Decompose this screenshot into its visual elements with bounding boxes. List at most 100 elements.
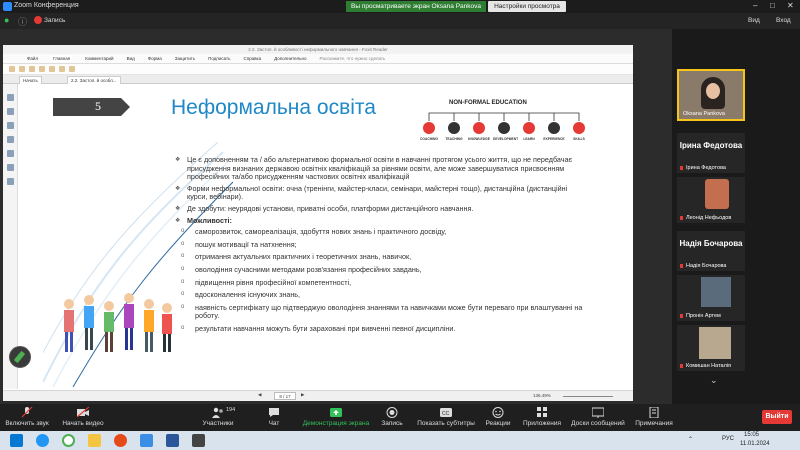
- participant-tile[interactable]: Надія Бочарова Надія Бочарова: [677, 231, 745, 271]
- menu-file[interactable]: Файл: [27, 56, 38, 61]
- page-indicator[interactable]: 8 / 17: [274, 392, 296, 400]
- participant-tile[interactable]: Ірина Федотова Ірина Федотова: [677, 133, 745, 173]
- muted-mic-icon: [680, 264, 683, 268]
- enter-button[interactable]: Вход: [776, 17, 791, 24]
- first-page-icon[interactable]: ◀: [258, 392, 261, 398]
- info-icon[interactable]: ⓘ: [18, 15, 27, 28]
- slide-number-arrow: [121, 98, 130, 116]
- foxit-window: 2.2. Застоп. й особливості неформального…: [3, 45, 633, 401]
- language-indicator[interactable]: РУС: [722, 436, 734, 442]
- clock-time[interactable]: 15:05: [744, 432, 759, 438]
- participants-label: Участники: [202, 420, 234, 427]
- chevron-down-icon[interactable]: ⌄: [710, 375, 718, 386]
- participants-count: 194: [226, 407, 236, 413]
- bookmark-icon[interactable]: [7, 94, 14, 101]
- next-page-icon[interactable]: ▶: [301, 392, 304, 398]
- shield-icon[interactable]: ●: [4, 15, 9, 25]
- share-screen-button[interactable]: Демонстрация экрана: [300, 404, 372, 431]
- captions-button[interactable]: CC Показать субтитры: [416, 404, 476, 431]
- foxit-ribbon: [3, 64, 633, 75]
- chrome-icon[interactable]: [62, 434, 75, 447]
- attachments-icon[interactable]: [7, 136, 14, 143]
- windows-start-icon[interactable]: [10, 434, 23, 447]
- menu-help[interactable]: Справка: [243, 56, 261, 61]
- teaching-icon: [448, 122, 460, 134]
- captions-label: Показать субтитры: [417, 420, 475, 427]
- signature-icon[interactable]: [7, 164, 14, 171]
- hand-icon[interactable]: [59, 66, 65, 72]
- maximize-icon[interactable]: □: [770, 1, 775, 10]
- opportunities-heading: Можливості:: [173, 216, 583, 226]
- leave-button[interactable]: Выйти: [762, 410, 792, 424]
- participant-tile-active[interactable]: Oksana Pankova: [677, 69, 745, 121]
- foxit-icon[interactable]: [114, 434, 127, 447]
- tray-chevron-icon[interactable]: ⌃: [688, 436, 693, 443]
- sub-bullet-item: пошук мотивації та натхнення;: [173, 240, 583, 250]
- chat-button[interactable]: Чат: [262, 404, 286, 431]
- tab-start[interactable]: Начать: [19, 76, 42, 84]
- print-icon[interactable]: [29, 66, 35, 72]
- minimize-icon[interactable]: –: [753, 1, 757, 10]
- whiteboard-button[interactable]: Доски сообщений: [570, 404, 626, 431]
- video-off-icon: [77, 407, 89, 418]
- menu-form[interactable]: Форма: [148, 56, 162, 61]
- experience-icon: [548, 122, 560, 134]
- open-icon[interactable]: [9, 66, 15, 72]
- folder-icon[interactable]: [88, 434, 101, 447]
- notes-button[interactable]: Примечания: [634, 404, 674, 431]
- nfe-label: KNOWLEDGE: [468, 137, 490, 141]
- tell-me-search[interactable]: Расскажите, что нужно сделать: [320, 56, 386, 61]
- close-icon[interactable]: ✕: [787, 1, 794, 10]
- mute-button[interactable]: Включить звук: [4, 404, 50, 431]
- comments-icon[interactable]: [7, 122, 14, 129]
- menu-home[interactable]: Главная: [51, 55, 73, 62]
- start-video-button[interactable]: Начать видео: [60, 404, 106, 431]
- clock-date[interactable]: 11.01.2024: [740, 441, 770, 447]
- apps-button[interactable]: Приложения: [522, 404, 562, 431]
- participant-photo: [701, 277, 731, 307]
- participant-gallery: Oksana Pankova Ірина Федотова Ірина Федо…: [672, 29, 800, 404]
- app-icon[interactable]: [192, 434, 205, 447]
- word-icon[interactable]: [166, 434, 179, 447]
- zoom-toolbar: Включить звук Начать видео Участники 194…: [0, 404, 800, 431]
- menu-protect[interactable]: Защитить: [175, 56, 195, 61]
- select-icon[interactable]: [69, 66, 75, 72]
- zoom-slider[interactable]: [563, 396, 613, 397]
- reactions-button[interactable]: Реакции: [484, 404, 512, 431]
- record-button[interactable]: Запись: [378, 404, 406, 431]
- menu-sign[interactable]: Подписать: [208, 56, 230, 61]
- participant-tile[interactable]: Пронін Артем: [677, 275, 745, 321]
- foxit-menu: Файл Главная Комментарий Вид Форма Защит…: [3, 54, 633, 64]
- view-settings-button[interactable]: Настройки просмотра: [488, 1, 566, 12]
- pages-icon[interactable]: [7, 108, 14, 115]
- participant-name: Комишан Наталія: [686, 363, 731, 369]
- whiteboard-icon: [592, 407, 604, 418]
- undo-icon[interactable]: [39, 66, 45, 72]
- menu-comment[interactable]: Комментарий: [85, 56, 113, 61]
- participant-tile[interactable]: Леонід Нефьодов: [677, 177, 745, 223]
- recording-label: Запись: [44, 17, 66, 24]
- edge-icon[interactable]: [36, 434, 49, 447]
- recording-icon: [34, 16, 42, 24]
- participant-tile[interactable]: Комишан Наталія: [677, 325, 745, 371]
- layers-icon[interactable]: [7, 150, 14, 157]
- slide-number: 5: [95, 99, 101, 113]
- annotation-tool-button[interactable]: [9, 346, 31, 368]
- notes-icon: [649, 407, 659, 418]
- zoom-level[interactable]: 136.49%: [533, 393, 551, 398]
- menu-view[interactable]: Вид: [127, 56, 135, 61]
- muted-mic-icon: [680, 166, 683, 170]
- view-button[interactable]: Вид: [748, 17, 760, 24]
- mic-muted-icon: [21, 407, 33, 418]
- menu-extra[interactable]: Дополнительно: [274, 56, 306, 61]
- apps-icon: [537, 407, 547, 417]
- tab-document[interactable]: 2.2. Застоп. й особл...: [67, 76, 121, 84]
- redo-icon[interactable]: [49, 66, 55, 72]
- sub-bullet-item: вдосконалення існуючих знань,: [173, 290, 583, 300]
- save-icon[interactable]: [19, 66, 25, 72]
- lock-icon[interactable]: [7, 178, 14, 185]
- participants-button[interactable]: Участники 194: [196, 404, 240, 431]
- mute-label: Включить звук: [5, 420, 49, 427]
- zoom-taskbar-icon[interactable]: [140, 434, 153, 447]
- nfe-label: LEARN: [523, 137, 535, 141]
